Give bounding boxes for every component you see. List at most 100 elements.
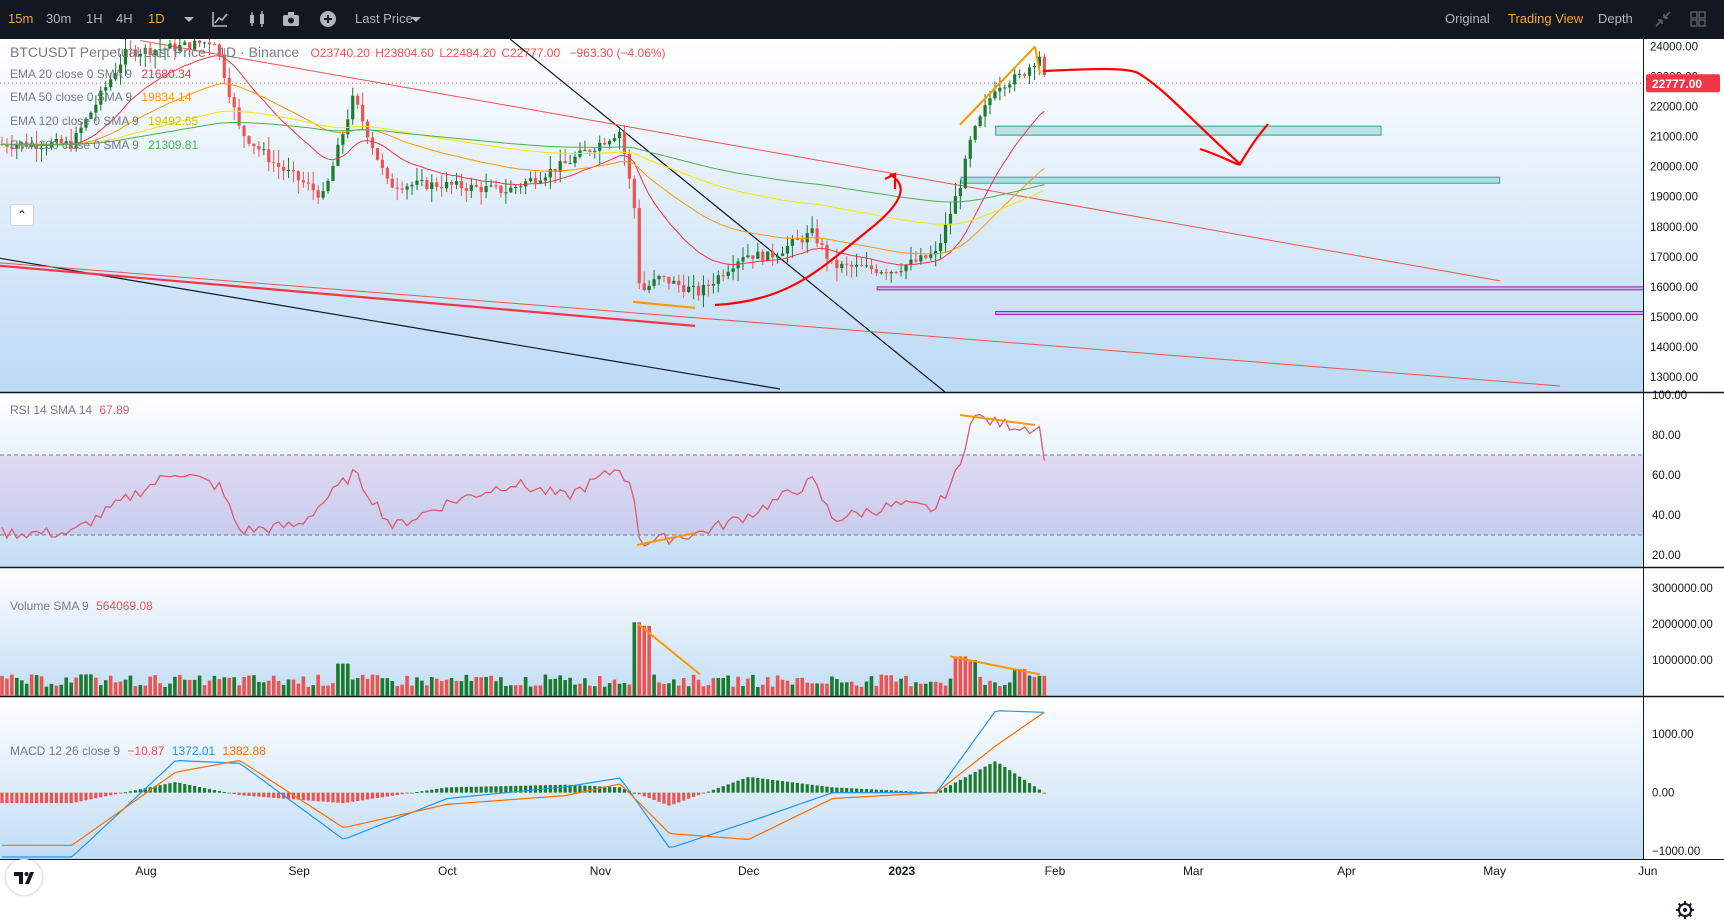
macd-histogram-bar: [380, 792, 384, 798]
volume-bar: [1017, 669, 1022, 696]
macd-histogram-bar: [49, 792, 53, 804]
candle-body: [232, 97, 236, 108]
candle-body: [701, 284, 706, 296]
ohlc-open: O23740.20: [310, 46, 370, 60]
interval-15m[interactable]: 15m: [8, 11, 33, 26]
candle-body: [281, 166, 286, 171]
price-tick-label: 15000.00: [1650, 312, 1698, 324]
chart-area[interactable]: 24000.0023000.0022000.0021000.0020000.00…: [0, 39, 1724, 919]
ohlc-change: −963.30 (−4.06%): [569, 46, 666, 60]
volume-bar: [948, 678, 953, 696]
candle-body: [410, 184, 414, 187]
volume-bar: [751, 674, 755, 696]
settings-gear-icon[interactable]: [1674, 899, 1696, 921]
candle-body: [652, 279, 656, 286]
macd-histogram-bar: [440, 788, 444, 793]
volume-bar: [34, 675, 39, 696]
candle-body: [914, 259, 918, 262]
macd-histogram-bar: [385, 792, 389, 797]
candles-icon[interactable]: [246, 8, 268, 30]
macd-histogram-bar: [1027, 783, 1032, 793]
candle-body: [667, 276, 671, 284]
macd-histogram-bar: [612, 787, 617, 793]
collapse-legend-button[interactable]: ⌃: [10, 204, 34, 226]
macd-histogram-bar: [464, 786, 468, 793]
ema-20-legend[interactable]: EMA 20 close 0 SMA 9 21680.34: [8, 67, 191, 81]
macd-histogram-bar: [449, 787, 454, 793]
candle-body: [227, 77, 231, 98]
chevron-down-icon[interactable]: [178, 8, 200, 30]
collapse-icon[interactable]: [1652, 8, 1674, 30]
macd-histogram-bar: [736, 780, 740, 793]
macd-histogram-bar: [726, 784, 730, 793]
volume-bar: [237, 685, 241, 696]
ema-200-legend[interactable]: EMA 200 close 0 SMA 9 21309.81: [8, 138, 198, 152]
macd-histogram-bar: [988, 764, 992, 793]
line-chart-icon[interactable]: [209, 8, 231, 30]
volume-bar: [103, 680, 108, 696]
volume-bar: [281, 684, 286, 696]
candle-body: [479, 186, 483, 193]
macd-histogram-bar: [716, 787, 720, 793]
interval-30m[interactable]: 30m: [46, 11, 71, 26]
macd-histogram-bar: [800, 783, 804, 793]
candle-body: [499, 185, 503, 193]
ema-120-legend[interactable]: EMA 120 close 0 SMA 9 19492.65: [8, 114, 198, 128]
camera-icon[interactable]: [280, 8, 302, 30]
macd-histogram-bar: [262, 792, 266, 798]
volume-bar: [118, 681, 123, 696]
volume-bar: [864, 681, 869, 696]
volume-bar: [933, 681, 938, 696]
candle-body: [612, 138, 617, 141]
macd-histogram-bar: [158, 785, 162, 793]
volume-bar: [928, 681, 933, 696]
volume-bar: [1032, 677, 1037, 696]
macd-histogram-bar: [598, 786, 602, 793]
candle-body: [351, 95, 355, 120]
volume-bar: [74, 677, 78, 696]
macd-histogram-bar: [474, 786, 478, 793]
interval-1h[interactable]: 1H: [86, 11, 103, 26]
volume-bar: [375, 675, 380, 696]
volume-bar: [765, 677, 770, 696]
interval-1d[interactable]: 1D: [148, 11, 165, 26]
volume-bar: [59, 684, 64, 696]
candle-body: [272, 162, 276, 164]
macd-histogram-bar: [94, 792, 98, 799]
plus-circle-icon[interactable]: [317, 8, 339, 30]
volume-bar: [286, 679, 291, 696]
macd-legend[interactable]: MACD 12 26 close 9 −10.87 1372.01 1382.8…: [8, 744, 266, 758]
view-original[interactable]: Original: [1445, 11, 1490, 26]
volume-bar: [365, 678, 370, 696]
tradingview-logo-icon[interactable]: [6, 859, 42, 895]
chevron-down-icon[interactable]: [405, 8, 427, 30]
candle-body: [608, 140, 612, 145]
rsi-legend[interactable]: RSI 14 SMA 14 67.89: [8, 403, 129, 417]
volume-bar: [869, 676, 874, 696]
grid-icon[interactable]: [1687, 8, 1709, 30]
volume-bar: [914, 682, 918, 696]
macd-histogram-bar: [845, 788, 849, 793]
volume-legend[interactable]: Volume SMA 9 564069.08: [8, 599, 153, 613]
volume-bar: [726, 675, 730, 696]
interval-4h[interactable]: 4H: [116, 11, 133, 26]
candle-body: [514, 186, 518, 188]
candle-body: [94, 104, 98, 113]
time-tick-label: Aug: [135, 864, 156, 878]
macd-histogram-bar: [341, 792, 345, 804]
volume-bar: [993, 682, 997, 696]
macd-histogram-bar: [272, 792, 276, 798]
view-trading-view[interactable]: Trading View: [1508, 11, 1583, 26]
ema-50-legend[interactable]: EMA 50 close 0 SMA 9 19834.14: [8, 90, 191, 104]
macd-histogram-bar: [0, 792, 4, 804]
chart-svg[interactable]: 24000.0023000.0022000.0021000.0020000.00…: [0, 39, 1724, 887]
view-depth[interactable]: Depth: [1598, 11, 1633, 26]
candle-body: [583, 150, 587, 152]
macd-histogram-bar: [667, 792, 671, 806]
volume-bar: [558, 675, 563, 696]
macd-histogram-bar: [731, 782, 735, 793]
ema-120-value: 19492.65: [148, 114, 199, 128]
macd-histogram-bar: [1003, 766, 1007, 793]
macd-value-line: 1372.01: [171, 744, 216, 758]
rsi-tick-label: 60.00: [1652, 470, 1681, 482]
